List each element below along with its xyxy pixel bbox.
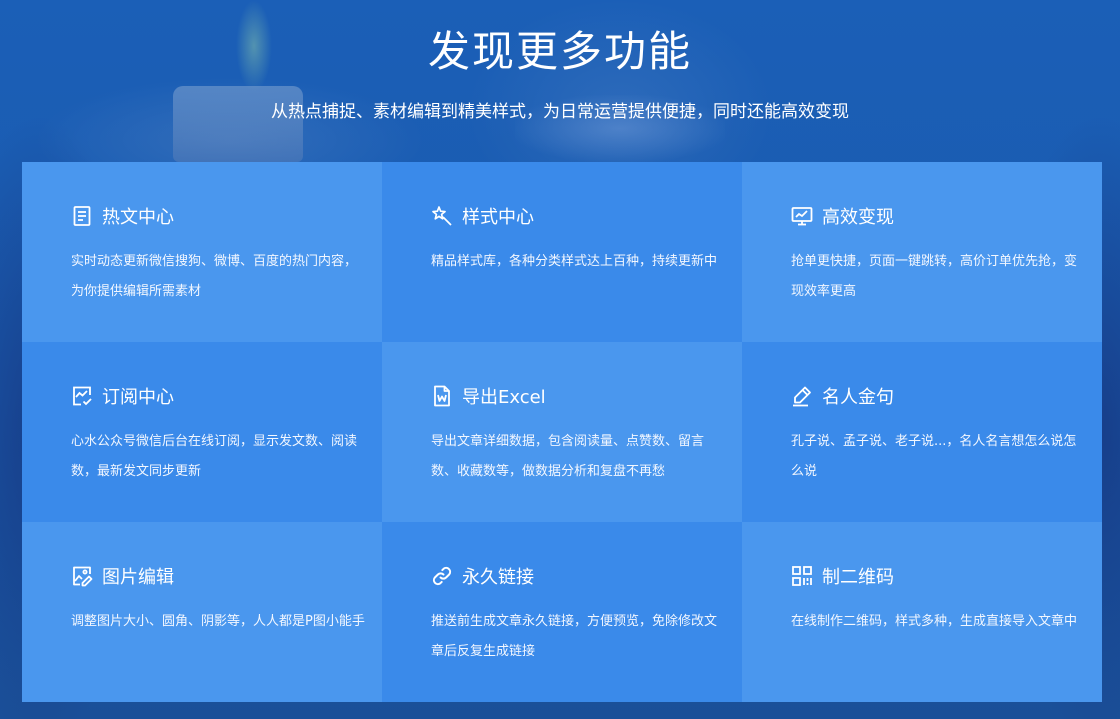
feature-description: 孔子说、孟子说、老子说...，名人名言想怎么说怎么说 <box>791 434 1077 479</box>
feature-title: 样式中心 <box>462 207 534 228</box>
feature-card-subscription[interactable]: 订阅中心 心水公众号微信后台在线订阅，显示发文数、阅读数，最新发文同步更新 <box>22 342 382 522</box>
feature-card-image-edit[interactable]: 图片编辑 调整图片大小、圆角、阴影等，人人都是P图小能手 <box>22 522 382 702</box>
qrcode-icon <box>791 565 813 587</box>
feature-description: 实时动态更新微信搜狗、微博、百度的热门内容，为你提供编辑所需素材 <box>71 254 358 299</box>
feature-title: 高效变现 <box>822 207 894 228</box>
chart-check-icon <box>71 385 93 407</box>
feature-description: 心水公众号微信后台在线订阅，显示发文数、阅读数，最新发文同步更新 <box>71 434 358 479</box>
feature-description: 调整图片大小、圆角、阴影等，人人都是P图小能手 <box>71 614 365 629</box>
feature-card-quotes[interactable]: 名人金句 孔子说、孟子说、老子说...，名人名言想怎么说怎么说 <box>742 342 1102 522</box>
feature-card-style-center[interactable]: 样式中心 精品样式库，各种分类样式达上百种，持续更新中 <box>382 162 742 342</box>
feature-title: 名人金句 <box>822 387 894 408</box>
page-title: 发现更多功能 <box>427 27 692 76</box>
feature-description: 在线制作二维码，样式多种，生成直接导入文章中 <box>791 614 1078 629</box>
pen-icon <box>791 385 813 407</box>
magic-wand-icon <box>431 205 453 227</box>
feature-card-permalink[interactable]: 永久链接 推送前生成文章永久链接，方便预览，免除修改文章后反复生成链接 <box>382 522 742 702</box>
feature-title: 订阅中心 <box>102 387 174 408</box>
feature-title: 制二维码 <box>822 567 894 588</box>
feature-title: 热文中心 <box>102 207 174 228</box>
feature-description: 导出文章详细数据，包含阅读量、点赞数、留言数、收藏数等，做数据分析和复盘不再愁 <box>431 434 705 479</box>
feature-title: 导出Excel <box>462 387 546 408</box>
feature-card-hot-articles[interactable]: 热文中心 实时动态更新微信搜狗、微博、百度的热门内容，为你提供编辑所需素材 <box>22 162 382 342</box>
document-icon <box>71 205 93 227</box>
feature-description: 抢单更快捷，页面一键跳转，高价订单优先抢，变现效率更高 <box>791 254 1078 299</box>
feature-card-export-excel[interactable]: 导出Excel 导出文章详细数据，包含阅读量、点赞数、留言数、收藏数等，做数据分… <box>382 342 742 522</box>
feature-description: 精品样式库，各种分类样式达上百种，持续更新中 <box>431 254 718 269</box>
feature-title: 永久链接 <box>462 567 534 588</box>
word-file-icon <box>431 385 453 407</box>
feature-title: 图片编辑 <box>102 567 174 588</box>
feature-card-monetize[interactable]: 高效变现 抢单更快捷，页面一键跳转，高价订单优先抢，变现效率更高 <box>742 162 1102 342</box>
monitor-icon <box>791 205 813 227</box>
feature-card-qrcode[interactable]: 制二维码 在线制作二维码，样式多种，生成直接导入文章中 <box>742 522 1102 702</box>
link-icon <box>431 565 453 587</box>
image-edit-icon <box>71 565 93 587</box>
feature-grid: 热文中心 实时动态更新微信搜狗、微博、百度的热门内容，为你提供编辑所需素材 样式… <box>22 162 1102 702</box>
feature-description: 推送前生成文章永久链接，方便预览，免除修改文章后反复生成链接 <box>431 614 718 659</box>
page-subtitle: 从热点捕捉、素材编辑到精美样式，为日常运营提供便捷，同时还能高效变现 <box>271 102 849 122</box>
